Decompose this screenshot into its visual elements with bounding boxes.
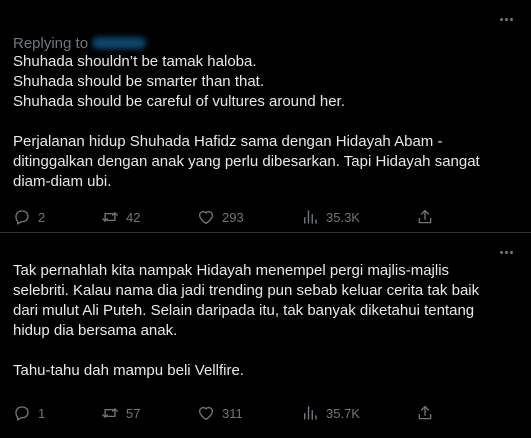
tweet-text: Shuhada shouldn’t be tamak haloba. Shuha… [13,52,519,192]
reply-icon [15,210,29,225]
like-icon [198,210,214,225]
more-options-button[interactable] [495,245,517,259]
views-count: 35.3K [326,209,360,225]
tweet-text-line: ditinggalkan dengan anak yang perlu dibe… [13,153,480,170]
tweet-text-line: hidup dia bersama anak. [13,322,178,339]
tweet-actions: 2 42 293 35.3K [0,207,531,227]
retweet-icon [102,212,118,222]
more-dot [509,250,513,254]
repost-button[interactable]: 57 [101,403,140,423]
more-dot [504,250,508,254]
like-count: 293 [222,209,244,225]
tweet-text-line: Tak pernahlah kita nampak Hidayah menemp… [13,262,450,279]
views-count: 35.7K [326,405,360,421]
tweet-text-line: dari mulut Ali Puteh. Selain daripada it… [13,302,475,319]
more-dot [509,17,513,21]
like-button[interactable]: 293 [197,207,244,227]
retweet-icon [102,408,118,418]
reply-icon [15,406,29,421]
share-icon [418,405,432,420]
more-dot [499,250,503,254]
share-button[interactable] [416,403,434,423]
reply-count: 1 [38,405,46,421]
tweet-text-line: Shuhada shouldn’t be tamak haloba. [13,53,257,70]
replying-to: Replying to [13,35,147,52]
reply-button[interactable]: 2 [13,207,45,227]
tweet-reply-2[interactable]: Tak pernahlah kita nampak Hidayah menemp… [0,233,531,438]
tweet-text-line: Tahu-tahu dah mampu beli Vellfire. [13,362,244,379]
views-button[interactable]: 35.7K [301,403,360,423]
like-button[interactable]: 311 [197,403,243,423]
tweet-text: Tak pernahlah kita nampak Hidayah menemp… [13,261,519,381]
more-options-button[interactable] [495,12,517,26]
tweet-text-line: Perjalanan hidup Shuhada Hafidz sama den… [13,133,443,150]
tweet-actions: 1 57 311 35.7K [0,403,531,423]
like-icon [198,406,214,421]
views-button[interactable]: 35.3K [301,207,360,227]
share-button[interactable] [416,207,434,227]
more-dot [499,17,503,21]
tweet-text-line: selebriti. Kalau nama dia jadi trending … [13,282,480,299]
replying-to-label: Replying to [13,35,89,52]
repost-count: 42 [126,209,141,225]
like-count: 311 [222,405,243,421]
views-icon [304,210,317,224]
repost-count: 57 [126,405,141,421]
tweet-reply-1[interactable]: Replying to Shuhada shouldn’t be tamak h… [0,0,531,233]
more-dot [504,17,508,21]
blurred-mention-link[interactable] [92,37,147,49]
repost-button[interactable]: 42 [101,207,140,227]
tweet-text-line: Shuhada should be smarter than that. [13,73,265,90]
tweet-text-line: diam-diam ubi. [13,173,112,190]
share-icon [418,209,432,224]
views-icon [304,406,317,420]
reply-count: 2 [38,209,46,225]
tweet-text-line: Shuhada should be careful of vultures ar… [13,93,345,110]
reply-button[interactable]: 1 [13,403,45,423]
